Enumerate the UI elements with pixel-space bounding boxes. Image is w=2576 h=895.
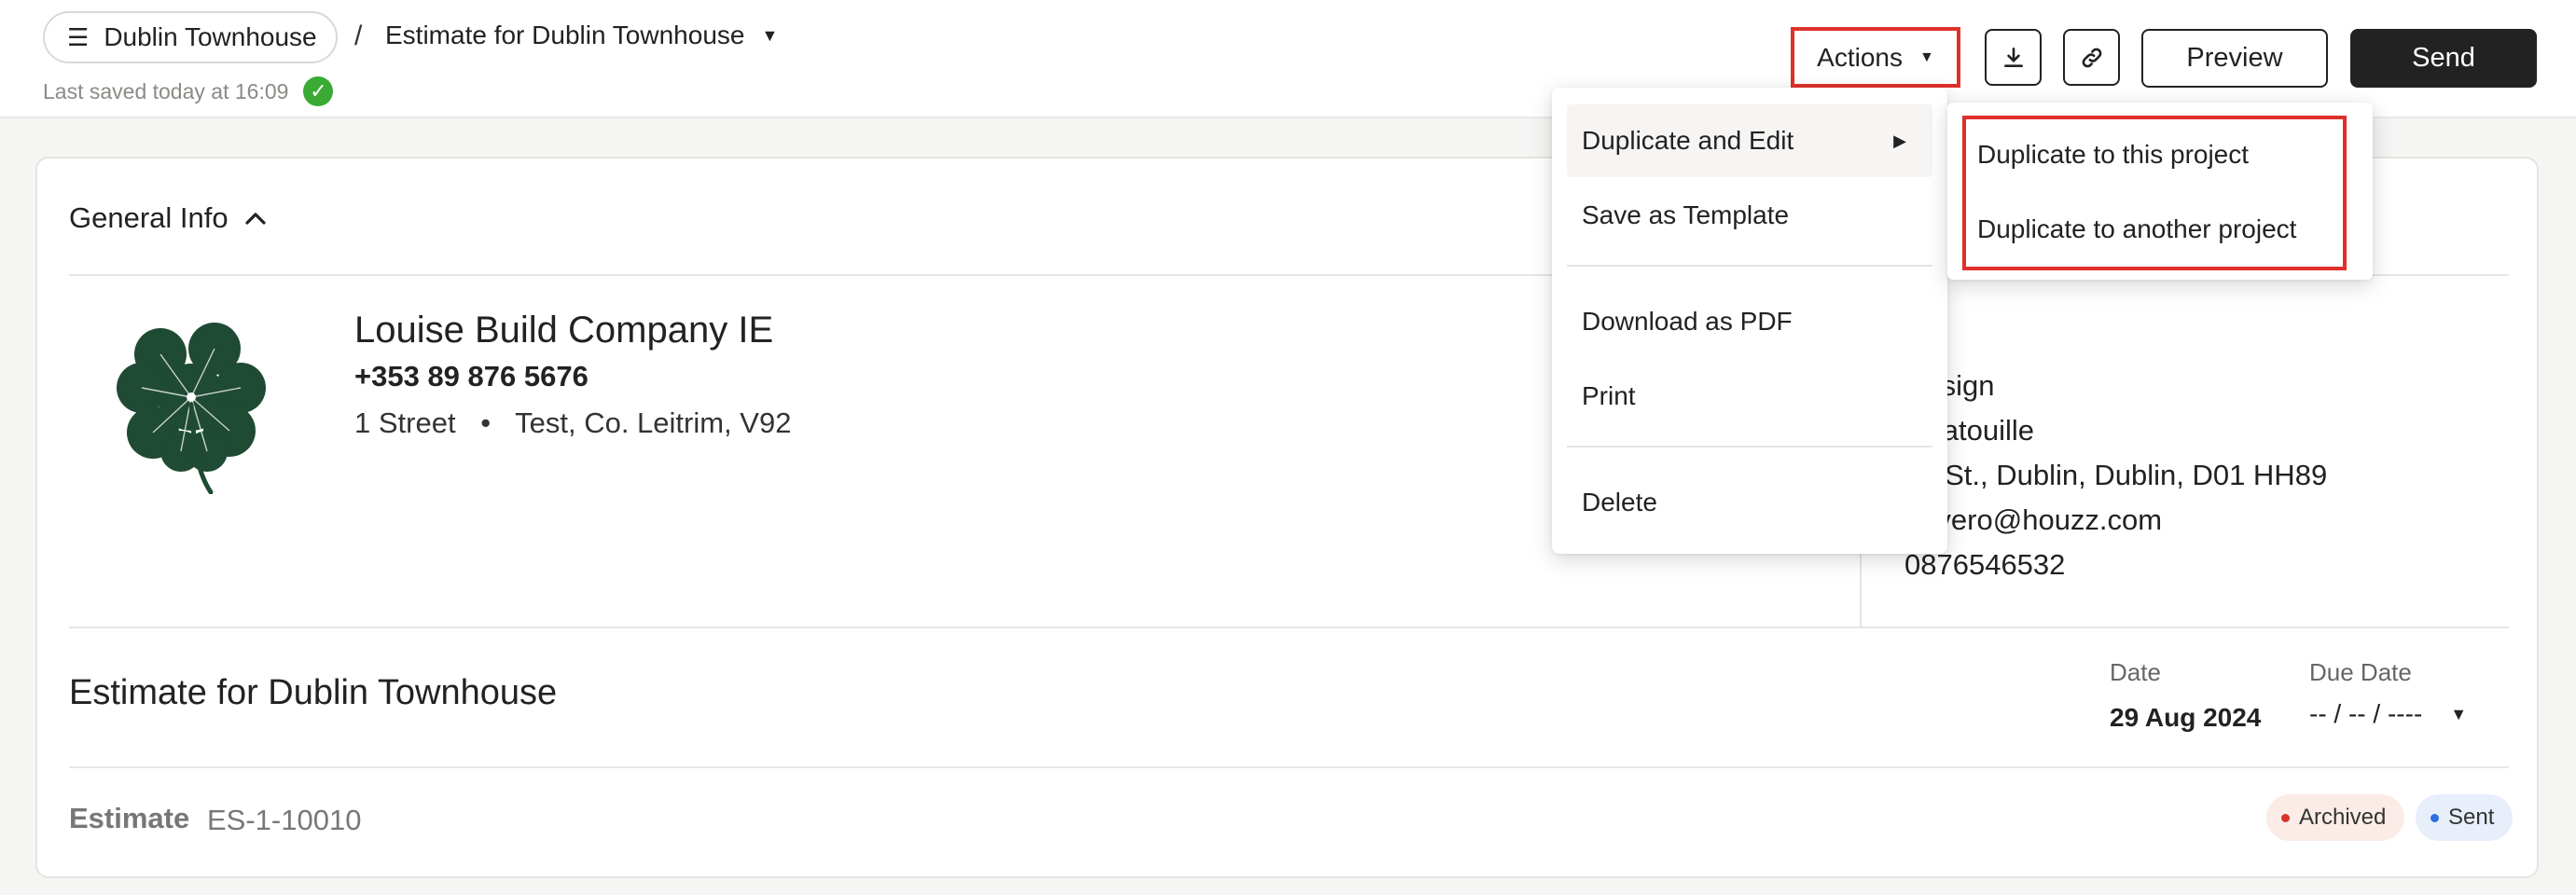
chevron-up-icon (245, 205, 266, 231)
actions-label: Actions (1817, 42, 1903, 72)
menu-item-save-as-template[interactable]: Save as Template (1567, 179, 1932, 252)
caret-down-icon: ▼ (2450, 704, 2468, 723)
estimate-title: Estimate for Dublin Townhouse (69, 673, 558, 712)
general-info-toggle[interactable]: General Info (69, 201, 266, 235)
menu-divider (1567, 446, 1932, 448)
menu-item-label: Duplicate and Edit (1582, 126, 1794, 155)
save-status: Last saved today at 16:09 ✓ (43, 76, 334, 106)
status-dot (2281, 813, 2290, 822)
menu-item-label: Save as Template (1582, 200, 1790, 229)
bill-to-heading: To (1904, 319, 2327, 364)
link-icon (2082, 48, 2101, 67)
client-address: gh St., Dublin, Dublin, D01 HH89 (1904, 459, 2328, 491)
project-switcher-button[interactable]: ☰ Dublin Townhouse (43, 11, 338, 63)
menu-item-print[interactable]: Print (1567, 360, 1932, 433)
company-city: Test, Co. Leitrim, V92 (515, 406, 792, 439)
company-logo (117, 323, 266, 494)
estimate-number: ES-1-10010 (207, 804, 362, 836)
divider (69, 766, 2509, 768)
download-button[interactable] (1985, 29, 2042, 86)
menu-item-duplicate-and-edit[interactable]: Duplicate and Edit ▶ (1567, 104, 1932, 177)
duplicate-submenu: Duplicate to this project Duplicate to a… (1947, 103, 2373, 280)
client-name: a Tatouille (1904, 414, 2035, 447)
client-company: Design (1904, 369, 1995, 402)
status-badge-sent: Sent (2416, 794, 2514, 841)
client-email: .trivero@houzz.com (1904, 503, 2163, 536)
caret-down-icon: ▼ (761, 25, 779, 45)
menu-item-download-pdf[interactable]: Download as PDF (1567, 285, 1932, 358)
bill-to-block: To Design a Tatouille gh St., Dublin, Du… (1904, 319, 2327, 587)
menu-item-delete[interactable]: Delete (1567, 466, 1932, 539)
menu-item-label: Download as PDF (1582, 307, 1793, 336)
highlight-frame (1962, 116, 2347, 270)
status-label: Archived (2299, 805, 2387, 830)
company-street: 1 Street (354, 406, 456, 439)
general-info-title: General Info (69, 201, 229, 234)
company-phone: +353 89 876 5676 (354, 360, 589, 392)
actions-menu: Duplicate and Edit ▶ Save as Template Do… (1552, 88, 1947, 554)
actions-button[interactable]: Actions ▼ (1791, 27, 1960, 88)
document-title-dropdown[interactable]: Estimate for Dublin Townhouse ▼ (385, 21, 778, 50)
last-saved-text: Last saved today at 16:09 (43, 78, 289, 103)
breadcrumb-separator: / (354, 21, 363, 51)
due-date-value: -- / -- / ---- (2309, 699, 2423, 728)
top-header: ☰ Dublin Townhouse / Estimate for Dublin… (0, 0, 2576, 118)
due-date-label: Due Date (2309, 658, 2412, 686)
submenu-item-duplicate-another-project[interactable]: Duplicate to another project (1977, 214, 2296, 244)
download-icon (2003, 47, 2023, 67)
address-bullet: • (480, 406, 492, 439)
caret-right-icon: ▶ (1893, 131, 1906, 150)
company-name: Louise Build Company IE (354, 310, 774, 351)
status-dot (2431, 813, 2439, 822)
date-label: Date (2110, 658, 2161, 686)
estimate-number-label: Estimate (69, 802, 190, 834)
client-phone: 0876546532 (1904, 548, 2066, 581)
menu-item-label: Print (1582, 381, 1636, 410)
caret-down-icon: ▼ (1918, 48, 1934, 65)
menu-divider (1567, 265, 1932, 267)
preview-button[interactable]: Preview (2141, 29, 2328, 88)
check-icon: ✓ (303, 76, 334, 106)
menu-item-label: Delete (1582, 488, 1657, 516)
menu-icon: ☰ (67, 22, 90, 51)
due-date-picker[interactable]: -- / -- / ---- ▼ (2309, 699, 2467, 729)
submenu-item-duplicate-this-project[interactable]: Duplicate to this project (1977, 140, 2249, 170)
divider (69, 626, 2509, 628)
status-badge-archived: Archived (2266, 794, 2405, 841)
company-address: 1 Street • Test, Co. Leitrim, V92 (354, 406, 791, 440)
send-button[interactable]: Send (2350, 29, 2537, 88)
copy-link-button[interactable] (2063, 29, 2120, 86)
status-label: Sent (2448, 805, 2495, 830)
document-title: Estimate for Dublin Townhouse (385, 21, 745, 49)
project-name: Dublin Townhouse (104, 22, 317, 51)
date-value: 29 Aug 2024 (2110, 703, 2262, 732)
